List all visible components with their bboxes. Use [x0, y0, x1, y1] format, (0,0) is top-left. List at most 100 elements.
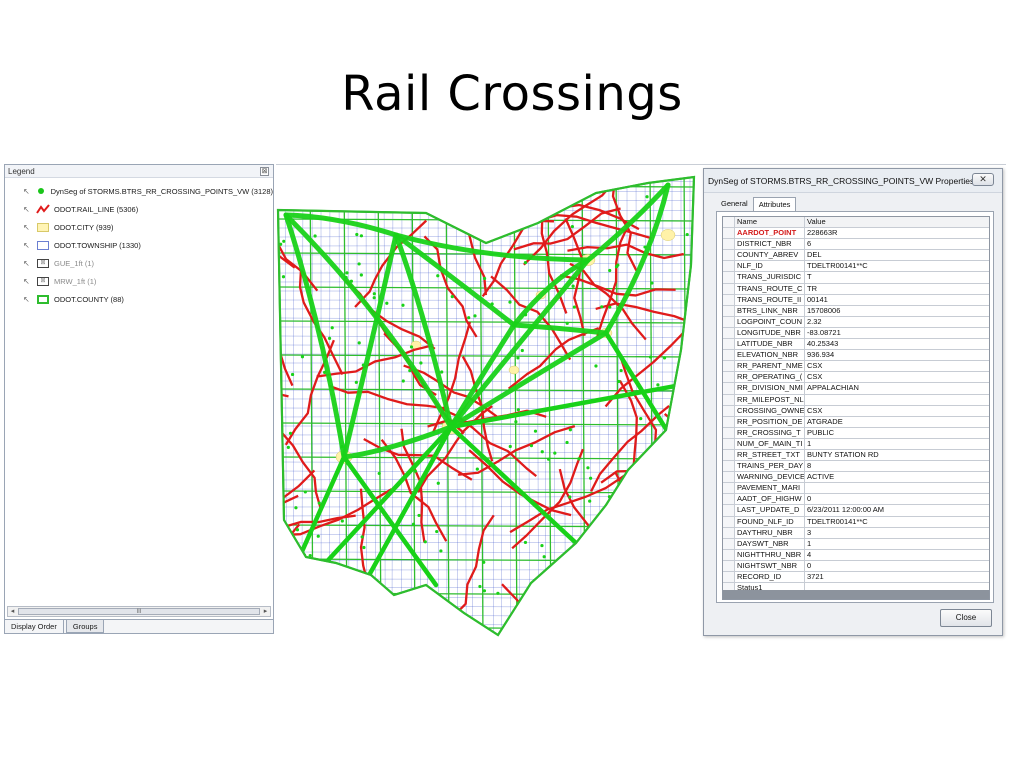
- table-row[interactable]: WARNING_DEVICE ACTIVE: [723, 472, 989, 484]
- column-header-value[interactable]: Value: [805, 217, 989, 227]
- table-row[interactable]: PAVEMENT_MARI: [723, 483, 989, 495]
- scroll-left-icon[interactable]: ◂: [8, 607, 17, 616]
- attribute-grid[interactable]: Name Value AARDOT_POINT 228663R DISTRICT_N…: [722, 216, 990, 600]
- legend-item-mrw[interactable]: ↖ ⊠ MRW_1ft (1): [5, 272, 273, 290]
- close-button[interactable]: Close: [940, 609, 992, 627]
- scroll-right-icon[interactable]: ▸: [261, 607, 270, 616]
- attribute-value[interactable]: 3721: [805, 572, 989, 582]
- attribute-value[interactable]: [805, 483, 989, 493]
- attribute-value[interactable]: 6/23/2011 12:00:00 AM: [805, 505, 989, 515]
- table-row[interactable]: DAYTHRU_NBR 3: [723, 527, 989, 539]
- rail-crossing-point: [317, 501, 321, 505]
- table-row[interactable]: TRANS_JURISDIC T: [723, 272, 989, 284]
- table-row[interactable]: RR_CROSSING_T PUBLIC: [723, 427, 989, 439]
- legend-item-gue[interactable]: ↖ ⊠ GUE_1ft (1): [5, 254, 273, 272]
- attribute-value[interactable]: ATGRADE: [805, 417, 989, 427]
- attribute-value[interactable]: APPALACHIAN: [805, 383, 989, 393]
- attribute-value[interactable]: 6: [805, 239, 989, 249]
- tab-groups[interactable]: Groups: [65, 620, 105, 633]
- attribute-value[interactable]: TDELTR00141**C: [805, 517, 989, 527]
- attribute-value[interactable]: CSX: [805, 361, 989, 371]
- table-row[interactable]: COUNTY_ABREV DEL: [723, 250, 989, 262]
- attribute-value[interactable]: 1: [805, 539, 989, 549]
- table-row[interactable]: RR_OPERATING_(CSX: [723, 372, 989, 384]
- table-row[interactable]: DISTRICT_NBR 6: [723, 239, 989, 251]
- legend-panel: Legend ⊠ ↖ DynSeg of STORMS.BTRS_RR_CROS…: [4, 164, 274, 634]
- legend-item-crossings[interactable]: ↖ DynSeg of STORMS.BTRS_RR_CROSSING_POIN…: [5, 182, 273, 200]
- table-row[interactable]: RR_DIVISION_NMI APPALACHIAN: [723, 383, 989, 395]
- legend-item-township[interactable]: ↖ ODOT.TOWNSHIP (1330): [5, 236, 273, 254]
- table-row[interactable]: NIGHTSWT_NBR 0: [723, 560, 989, 572]
- dialog-close-icon[interactable]: ✕: [972, 173, 994, 186]
- table-row[interactable]: TRANS_ROUTE_II 00141: [723, 294, 989, 306]
- attribute-value[interactable]: 00141: [805, 295, 989, 305]
- attribute-value[interactable]: TR: [805, 284, 989, 294]
- table-row[interactable]: AARDOT_POINT 228663R: [723, 228, 989, 240]
- attribute-value[interactable]: 936.934: [805, 350, 989, 360]
- rail-crossing-point: [608, 600, 612, 604]
- pointer-icon: ↖: [23, 186, 30, 196]
- legend-horizontal-scrollbar[interactable]: ◂ III ▸: [7, 606, 271, 617]
- attribute-value[interactable]: 1: [805, 439, 989, 449]
- rail-crossing-point: [541, 190, 545, 194]
- table-row[interactable]: FOUND_NLF_ID TDELTR00141**C: [723, 516, 989, 528]
- tab-display-order[interactable]: Display Order: [5, 620, 64, 633]
- attribute-value[interactable]: CSX: [805, 406, 989, 416]
- table-row[interactable]: RR_STREET_TXT BUNTY STATION RD: [723, 449, 989, 462]
- column-header-name[interactable]: Name: [735, 217, 805, 228]
- table-row[interactable]: LAST_UPDATE_D 6/23/2011 12:00:00 AM: [723, 505, 989, 517]
- table-row[interactable]: RR_PARENT_NME CSX: [723, 361, 989, 373]
- rail-crossing-point: [542, 555, 546, 559]
- attribute-value[interactable]: 4: [805, 550, 989, 560]
- attribute-value[interactable]: 2.32: [805, 317, 989, 327]
- attribute-value[interactable]: PUBLIC: [805, 428, 989, 438]
- rail-crossing-point: [344, 275, 348, 280]
- attribute-value[interactable]: BUNTY STATION RD: [805, 450, 989, 460]
- table-row[interactable]: NLF_ID TDELTR00141**C: [723, 261, 989, 273]
- legend-item-county[interactable]: ↖ ODOT.COUNTY (88): [5, 290, 273, 308]
- table-row[interactable]: ELEVATION_NBR 936.934: [723, 350, 989, 362]
- attribute-value[interactable]: 3: [805, 528, 989, 538]
- table-row[interactable]: TRANS_ROUTE_C TR: [723, 283, 989, 295]
- attribute-value[interactable]: ACTIVE: [805, 472, 989, 482]
- table-row[interactable]: CROSSING_OWNE CSX: [723, 405, 989, 417]
- dialog-tabs: General Attributes: [716, 197, 797, 212]
- table-row[interactable]: RR_POSITION_DE ATGRADE: [723, 416, 989, 428]
- legend-item-rail-line[interactable]: ↖ ODOT.RAIL_LINE (5306): [5, 200, 273, 218]
- attribute-value[interactable]: CSX: [805, 372, 989, 382]
- table-row[interactable]: BTRS_LINK_NBR 15708006: [723, 305, 989, 317]
- attribute-value[interactable]: 228663R: [805, 228, 989, 238]
- table-row[interactable]: TRAINS_PER_DAY 8: [723, 461, 989, 473]
- attribute-value[interactable]: 15708006: [805, 306, 989, 316]
- table-row[interactable]: AADT_OF_HIGHW 0: [723, 494, 989, 506]
- rail-line: [577, 550, 638, 635]
- table-row[interactable]: NUM_OF_MAIN_TI 1: [723, 438, 989, 450]
- attribute-value[interactable]: 40.25343: [805, 339, 989, 349]
- table-row[interactable]: RR_MILEPOST_NL: [723, 394, 989, 406]
- rail-crossing-point: [367, 190, 371, 194]
- legend-item-city[interactable]: ↖ ODOT.CITY (939): [5, 218, 273, 236]
- attribute-value[interactable]: [805, 395, 989, 405]
- tab-general[interactable]: General: [716, 197, 753, 212]
- yellow-polygon-icon: [36, 222, 50, 232]
- table-row[interactable]: NIGHTTHRU_NBR 4: [723, 549, 989, 561]
- attribute-value[interactable]: 0: [805, 494, 989, 504]
- table-row[interactable]: LATITUDE_NBR 40.25343: [723, 339, 989, 351]
- legend-close-icon[interactable]: ⊠: [260, 167, 269, 176]
- attribute-value[interactable]: TDELTR00141**C: [805, 261, 989, 271]
- attribute-value[interactable]: T: [805, 272, 989, 282]
- table-row[interactable]: RECORD_ID 3721: [723, 572, 989, 584]
- attribute-value[interactable]: DEL: [805, 250, 989, 260]
- attribute-value[interactable]: 8: [805, 461, 989, 471]
- table-row[interactable]: LOGPOINT_COUN 2.32: [723, 316, 989, 328]
- legend-item-label: MRW_1ft (1): [54, 276, 97, 286]
- scroll-thumb[interactable]: III: [18, 608, 260, 615]
- attribute-value[interactable]: 0: [805, 561, 989, 571]
- table-row[interactable]: DAYSWT_NBR 1: [723, 538, 989, 550]
- table-row[interactable]: LONGITUDE_NBR -83.08721: [723, 327, 989, 340]
- township-line: [278, 632, 694, 635]
- tab-attributes[interactable]: Attributes: [752, 197, 797, 212]
- attribute-name: LOGPOINT_COUN: [735, 316, 805, 327]
- attribute-value[interactable]: -83.08721: [805, 328, 989, 338]
- rail-crossing-point: [288, 431, 293, 435]
